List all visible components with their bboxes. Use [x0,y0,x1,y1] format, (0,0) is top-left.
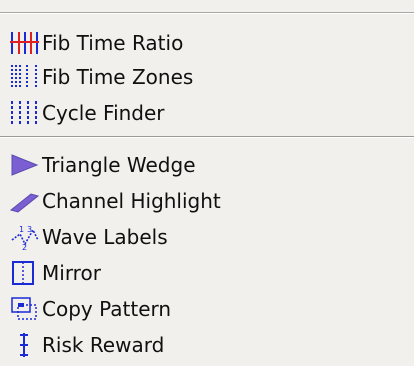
menu-item-label: Triangle Wedge [42,153,196,177]
menu-separator [0,136,414,138]
menu-item-label: Copy Pattern [42,297,172,321]
cycle-finder-icon [8,97,40,129]
menu-item-label: Wave Labels [42,225,168,249]
menu-item-channel-highlight[interactable]: Channel Highlight [8,184,408,218]
menu-item-label: Risk Reward [42,333,165,357]
menu-item-label: Fib Time Ratio [42,31,184,55]
fib-time-zones-icon [8,61,40,93]
menu-item-label: Mirror [42,261,101,285]
menu-item-label: Channel Highlight [42,189,221,213]
menu-item-label: Fib Time Zones [42,65,194,89]
channel-highlight-icon [8,185,40,217]
svg-text:1: 1 [19,225,24,234]
menu-item-wave-labels[interactable]: 1 3 2 Wave Labels [8,220,408,254]
fib-time-ratio-icon [8,27,40,59]
drawing-tools-menu: Fib Time Ratio Fib Time Zones Cycle Find… [0,0,414,366]
menu-item-triangle-wedge[interactable]: Triangle Wedge [8,148,408,182]
wave-labels-icon: 1 3 2 [8,221,40,253]
menu-item-fib-time-zones[interactable]: Fib Time Zones [8,60,408,94]
menu-item-copy-pattern[interactable]: Copy Pattern [8,292,408,326]
copy-pattern-icon [8,293,40,325]
menu-item-cycle-finder[interactable]: Cycle Finder [8,96,408,130]
svg-text:3: 3 [27,225,32,234]
menu-item-mirror[interactable]: Mirror [8,256,408,290]
menu-item-label: Cycle Finder [42,101,165,125]
mirror-icon [8,257,40,289]
menu-item-fib-time-ratio[interactable]: Fib Time Ratio [8,26,408,60]
triangle-wedge-icon [8,149,40,181]
menu-top-divider [0,12,414,14]
risk-reward-icon [8,329,40,361]
menu-item-risk-reward[interactable]: Risk Reward [8,328,408,362]
svg-text:2: 2 [22,243,27,250]
